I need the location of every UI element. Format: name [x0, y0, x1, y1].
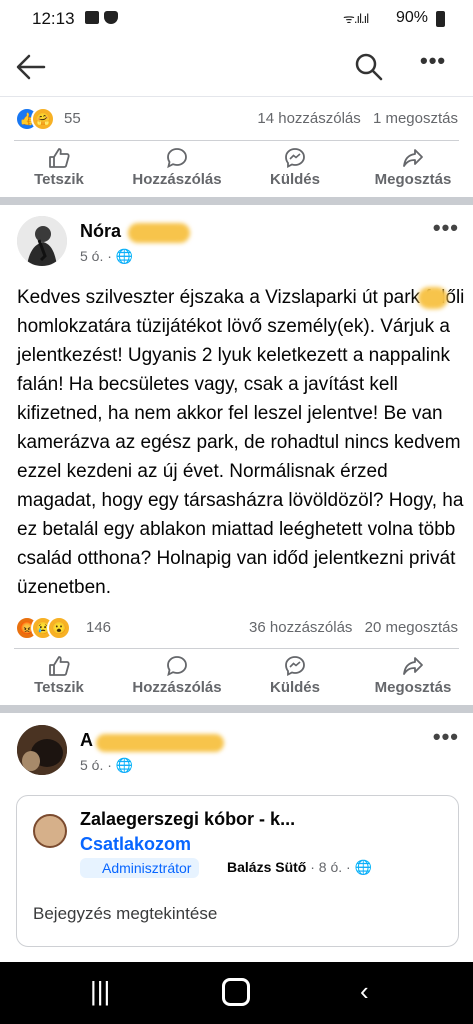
shared-author-time: · 8 ó. ·	[310, 859, 351, 875]
battery-level: 90%	[396, 9, 429, 26]
redaction-mark	[96, 734, 224, 752]
post-stats: 36 hozzászólás 20 megosztás	[241, 619, 458, 636]
reaction-icons[interactable]: 😡😢😮	[15, 616, 71, 640]
share-button[interactable]: Megosztás	[354, 141, 472, 197]
comment-count[interactable]: 36 hozzászólás	[249, 619, 352, 636]
admin-badge: Adminisztrátor	[80, 858, 200, 878]
post-time-label: 5 ó. ·	[80, 757, 112, 773]
avatar[interactable]	[17, 725, 67, 775]
shared-post-card[interactable]: Zalaegerszegi kóbor - k... Csatlakozom A…	[16, 795, 459, 947]
post2-action-bar: Tetszik Hozzászólás Küldés Megosztás	[0, 649, 473, 705]
join-group-link[interactable]: Csatlakozom	[80, 834, 191, 855]
like-label: Tetszik	[34, 679, 84, 696]
recent-apps-icon[interactable]: |||	[90, 976, 110, 1007]
share-count[interactable]: 20 megosztás	[365, 619, 458, 636]
redaction-mark	[128, 223, 190, 243]
share-label: Megosztás	[374, 171, 452, 188]
messenger-icon	[285, 148, 305, 168]
home-icon[interactable]	[222, 978, 250, 1006]
comment-label: Hozzászólás	[132, 679, 222, 696]
send-label: Küldés	[269, 679, 320, 696]
share-icon	[403, 149, 423, 167]
battery-icon	[436, 11, 445, 27]
comment-count[interactable]: 14 hozzászólás	[257, 110, 360, 127]
post-more-icon[interactable]: •••	[433, 215, 459, 241]
avatar-photo	[17, 725, 67, 775]
shield-icon	[104, 11, 118, 24]
more-options-icon[interactable]: •••	[420, 48, 446, 74]
care-reaction-icon: 🤗	[31, 107, 55, 131]
post1-reaction-row: 👍🤗 55 14 hozzászólás 1 megosztás	[0, 103, 473, 133]
comment-icon	[167, 148, 187, 169]
globe-icon: 🌐	[354, 859, 373, 875]
view-post-link[interactable]: Bejegyzés megtekintése	[33, 904, 217, 924]
post2-header: Nóra 5 ó. · 🌐 •••	[0, 213, 473, 273]
like-label: Tetszik	[34, 171, 84, 188]
group-avatar	[33, 814, 67, 848]
comment-button[interactable]: Hozzászólás	[118, 649, 236, 705]
post1-action-bar: Tetszik Hozzászólás Küldés Megosztás	[0, 141, 473, 197]
signal-icon: ᯤ.ıl.ıl	[343, 11, 369, 26]
shared-author: Balázs Sütő · 8 ó. · 🌐	[227, 859, 372, 876]
status-bar: 12:13 ᯤ.ıl.ıl 90%	[0, 0, 473, 38]
avatar-photo	[17, 216, 67, 266]
feed-separator	[0, 197, 473, 205]
like-icon	[49, 656, 70, 676]
reaction-count[interactable]: 146	[86, 619, 111, 636]
like-button[interactable]: Tetszik	[0, 649, 118, 705]
post-time-label: 5 ó. ·	[80, 248, 112, 264]
back-arrow-icon[interactable]	[14, 52, 48, 82]
reaction-count[interactable]: 55	[64, 110, 81, 127]
post-text: Kedves szilveszter éjszaka a Vizslaparki…	[17, 287, 465, 598]
system-nav-bar: ||| ‹	[0, 962, 473, 1024]
shared-author-name[interactable]: Balázs Sütő	[227, 859, 306, 875]
share-button[interactable]: Megosztás	[354, 649, 472, 705]
author-name[interactable]: A	[80, 730, 93, 751]
redaction-mark	[418, 287, 448, 309]
search-icon[interactable]	[354, 52, 384, 82]
share-count[interactable]: 1 megosztás	[373, 110, 458, 127]
feed-separator	[0, 705, 473, 713]
like-button[interactable]: Tetszik	[0, 141, 118, 197]
send-label: Küldés	[269, 171, 320, 188]
post2-reaction-row: 😡😢😮 146 36 hozzászólás 20 megosztás	[0, 612, 473, 642]
post-time: 5 ó. · 🌐	[80, 757, 133, 774]
status-time: 12:13	[32, 9, 75, 28]
messenger-icon	[285, 656, 305, 676]
author-name[interactable]: Nóra	[80, 221, 121, 242]
comment-icon	[167, 656, 187, 677]
comment-label: Hozzászólás	[132, 171, 222, 188]
globe-icon: 🌐	[115, 248, 134, 264]
post-stats: 14 hozzászólás 1 megosztás	[249, 110, 458, 127]
app-bar: •••	[0, 38, 473, 97]
group-name[interactable]: Zalaegerszegi kóbor - k...	[80, 809, 295, 830]
like-icon	[49, 148, 70, 168]
back-nav-icon[interactable]: ‹	[360, 976, 369, 1007]
post-more-icon[interactable]: •••	[433, 724, 459, 750]
send-button[interactable]: Küldés	[236, 141, 354, 197]
post3-header: A 5 ó. · 🌐 •••	[0, 722, 473, 782]
wow-reaction-icon: 😮	[47, 616, 71, 640]
share-icon	[403, 657, 423, 675]
globe-icon: 🌐	[115, 757, 134, 773]
comment-button[interactable]: Hozzászólás	[118, 141, 236, 197]
send-button[interactable]: Küldés	[236, 649, 354, 705]
avatar[interactable]	[17, 216, 67, 266]
post-time: 5 ó. · 🌐	[80, 248, 133, 265]
reaction-icons[interactable]: 👍🤗	[15, 107, 55, 131]
gallery-icon	[85, 11, 99, 24]
share-label: Megosztás	[374, 679, 452, 696]
